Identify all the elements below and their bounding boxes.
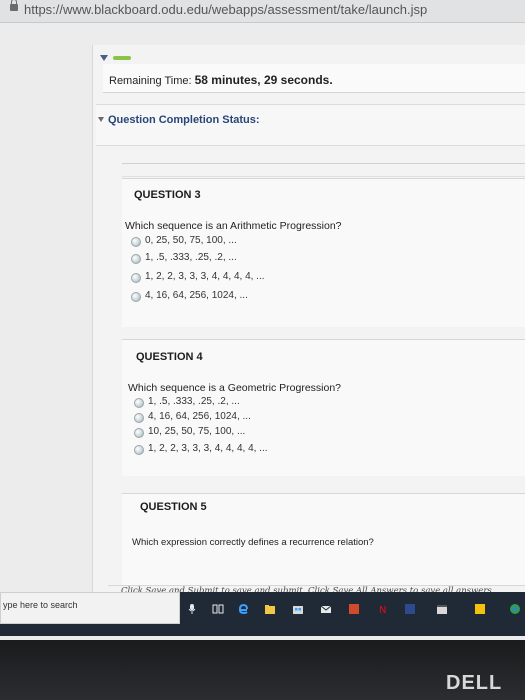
taskbar-search-box[interactable]: ype here to search	[0, 592, 180, 624]
answer-option[interactable]: 4, 16, 64, 256, 1024, ...	[148, 411, 251, 422]
edge-browser-icon[interactable]	[237, 603, 249, 615]
store-icon[interactable]	[292, 603, 304, 615]
radio-button[interactable]	[131, 273, 141, 283]
sticky-notes-icon[interactable]	[474, 603, 486, 615]
timer-panel: Remaining Time: 58 minutes, 29 seconds.	[103, 64, 525, 93]
divider	[122, 176, 525, 177]
question-text: Which expression correctly defines a rec…	[132, 537, 374, 548]
task-view-icon[interactable]	[212, 603, 224, 615]
radio-button[interactable]	[134, 398, 144, 408]
radio-button[interactable]	[131, 237, 141, 247]
netflix-icon[interactable]: N	[376, 603, 388, 615]
radio-button[interactable]	[134, 445, 144, 455]
answer-option[interactable]: 1, .5, .333, .25, .2, ...	[145, 252, 237, 263]
app-icon[interactable]	[404, 603, 416, 615]
search-placeholder[interactable]: ype here to search	[3, 600, 78, 610]
question-text: Which sequence is an Arithmetic Progress…	[125, 220, 342, 232]
answer-option[interactable]: 0, 25, 50, 75, 100, ...	[145, 235, 237, 246]
screen: https://www.blackboard.odu.edu/webapps/a…	[0, 0, 525, 640]
expand-arrow-icon[interactable]	[98, 117, 104, 122]
completion-status-panel[interactable]: Question Completion Status:	[96, 104, 525, 146]
calendar-icon[interactable]	[436, 603, 448, 615]
divider	[122, 163, 525, 164]
answer-option[interactable]: 4, 16, 64, 256, 1024, ...	[145, 290, 248, 301]
answer-option[interactable]: 10, 25, 50, 75, 100, ...	[148, 426, 245, 437]
timer-text: Remaining Time: 58 minutes, 29 seconds.	[109, 73, 333, 87]
url-text[interactable]: https://www.blackboard.odu.edu/webapps/a…	[24, 2, 427, 17]
answer-option[interactable]: 1, .5, .333, .25, .2, ...	[148, 396, 240, 407]
question-title: QUESTION 4	[136, 351, 203, 363]
microphone-icon[interactable]	[186, 603, 198, 615]
question-title: QUESTION 3	[134, 189, 201, 201]
lock-icon	[10, 0, 18, 11]
browser-address-bar[interactable]: https://www.blackboard.odu.edu/webapps/a…	[0, 0, 525, 23]
radio-button[interactable]	[134, 428, 144, 438]
answer-option[interactable]: 1, 2, 2, 3, 3, 3, 4, 4, 4, 4, ...	[145, 271, 265, 282]
app-icon[interactable]	[348, 603, 360, 615]
question-text: Which sequence is a Geometric Progressio…	[128, 382, 342, 394]
timer-value: 58 minutes, 29 seconds.	[194, 73, 333, 87]
answer-option[interactable]: 1, 2, 2, 3, 3, 3, 4, 4, 4, 4, ...	[148, 443, 268, 454]
svg-text:N: N	[379, 605, 386, 615]
mail-icon[interactable]	[320, 603, 332, 615]
chrome-icon[interactable]	[509, 603, 521, 615]
timer-label: Remaining Time:	[109, 75, 192, 87]
radio-button[interactable]	[131, 254, 141, 264]
collapse-triangle-icon[interactable]	[100, 55, 108, 61]
completion-status-label[interactable]: Question Completion Status:	[108, 114, 260, 126]
question-title: QUESTION 5	[140, 501, 207, 513]
radio-button[interactable]	[134, 413, 144, 423]
progress-indicator	[113, 56, 131, 60]
dell-logo: DELL	[446, 672, 503, 694]
file-explorer-icon[interactable]	[264, 603, 276, 615]
radio-button[interactable]	[131, 292, 141, 302]
